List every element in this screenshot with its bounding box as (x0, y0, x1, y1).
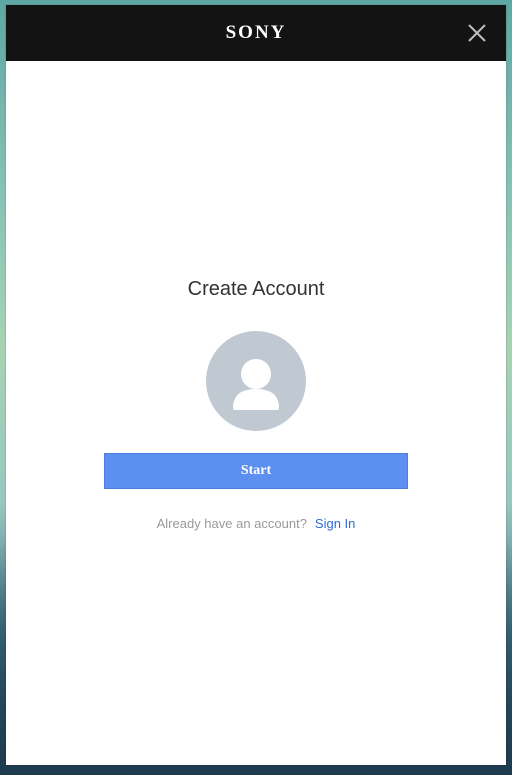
sony-logo: SONY (225, 22, 287, 43)
signin-prompt: Already have an account? Sign In (6, 516, 506, 531)
already-have-account-text: Already have an account? (156, 516, 307, 531)
start-button[interactable]: Start (104, 453, 408, 489)
create-account-dialog: SONY Create Account Start Already have a… (6, 5, 506, 765)
user-avatar-icon (233, 359, 279, 410)
close-button[interactable] (466, 22, 488, 44)
close-icon (468, 24, 486, 42)
dialog-header: SONY (6, 5, 506, 61)
page-title: Create Account (187, 278, 325, 300)
avatar (206, 331, 306, 431)
sign-in-link[interactable]: Sign In (315, 516, 355, 531)
